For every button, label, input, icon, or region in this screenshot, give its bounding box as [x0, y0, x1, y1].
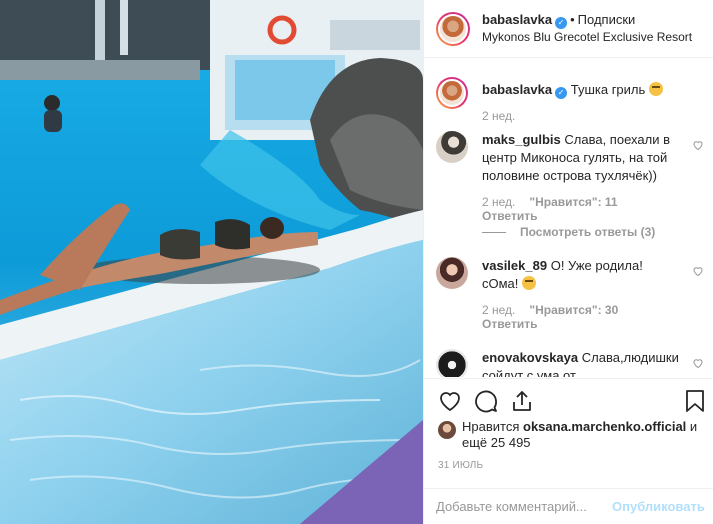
reply-button[interactable]: Ответить — [482, 317, 706, 331]
emoji-icon — [648, 82, 663, 96]
verified-icon: ✓ — [555, 87, 568, 99]
caption-time[interactable]: 2 нед. — [482, 109, 515, 123]
comment-time[interactable]: 2 нед. — [482, 303, 515, 317]
share-icon[interactable] — [510, 389, 534, 413]
commenter-avatar[interactable] — [436, 349, 468, 377]
liker-username[interactable]: oksana.marchenko.official — [523, 419, 686, 434]
liker-avatar[interactable] — [438, 421, 456, 439]
divider-line — [482, 231, 506, 233]
small-heart-icon[interactable] — [692, 357, 704, 369]
author-avatar[interactable] — [436, 11, 470, 46]
bookmark-icon[interactable] — [684, 389, 706, 413]
comment-likes[interactable]: "Нравится": 30 — [529, 303, 618, 317]
post-root: babaslavka ✓ • Подписки Mykonos Blu Grecote… — [0, 0, 713, 524]
heart-icon[interactable] — [438, 389, 462, 413]
emoji-icon — [522, 276, 537, 290]
author-username[interactable]: babaslavka — [482, 12, 552, 27]
post-header: babaslavka ✓ • Подписки Mykonos Blu Grecote… — [424, 0, 713, 58]
publish-button[interactable]: Опубликовать — [612, 499, 705, 514]
comment-likes[interactable]: "Нравится": 11 — [529, 195, 617, 209]
comment-item: maks_gulbis Слава, поехали в центр Микон… — [436, 131, 706, 223]
follow-status-button[interactable]: Подписки — [578, 12, 636, 27]
post-photo[interactable] — [0, 0, 423, 524]
comments-list[interactable]: babaslavka ✓ Тушка гриль 2 нед. maks_gulb… — [424, 59, 713, 377]
comment-item: enovakovskaya Слава,людишки сойдут с ума… — [436, 349, 706, 377]
caption-item: babaslavka ✓ Тушка гриль 2 нед. — [436, 77, 706, 123]
view-replies-button[interactable]: Посмотреть ответы (3) — [482, 225, 655, 239]
caption-text: Тушка гриль — [570, 82, 646, 97]
commenter-username[interactable]: vasilek_89 — [482, 258, 547, 273]
location-link[interactable]: Mykonos Blu Grecotel Exclusive Resort — [482, 29, 692, 45]
post-header-meta: babaslavka ✓ • Подписки Mykonos Blu Grecote… — [482, 12, 692, 45]
caption-username[interactable]: babaslavka — [482, 82, 552, 97]
commenter-avatar[interactable] — [436, 131, 468, 163]
commenter-avatar[interactable] — [436, 257, 468, 289]
likes-prefix: Нравится — [462, 419, 520, 434]
comment-time[interactable]: 2 нед. — [482, 195, 515, 209]
commenter-username[interactable]: enovakovskaya — [482, 350, 578, 365]
action-icons — [438, 389, 708, 415]
separator-dot: • — [570, 12, 575, 27]
post-side-panel: babaslavka ✓ • Подписки Mykonos Blu Grecote… — [423, 0, 713, 524]
comment-item: vasilek_89 О! Уже родила! сОма! 2 нед. "… — [436, 257, 706, 331]
caption-author-avatar[interactable] — [436, 77, 468, 109]
verified-icon: ✓ — [555, 17, 568, 29]
likes-summary: Нравится oksana.marchenko.official и ещё… — [438, 419, 700, 451]
post-date[interactable]: 31 ИЮЛЬ — [438, 460, 483, 471]
add-comment-bar: Опубликовать — [424, 488, 713, 524]
small-heart-icon[interactable] — [692, 139, 704, 151]
view-replies-label: Посмотреть ответы (3) — [520, 225, 656, 239]
pool-photo-image — [0, 0, 423, 524]
commenter-username[interactable]: maks_gulbis — [482, 132, 561, 147]
comment-input[interactable] — [436, 499, 612, 514]
comment-icon[interactable] — [474, 389, 498, 413]
small-heart-icon[interactable] — [692, 265, 704, 277]
reply-button[interactable]: Ответить — [482, 209, 706, 223]
post-actions: Нравится oksana.marchenko.official и ещё… — [424, 378, 713, 498]
